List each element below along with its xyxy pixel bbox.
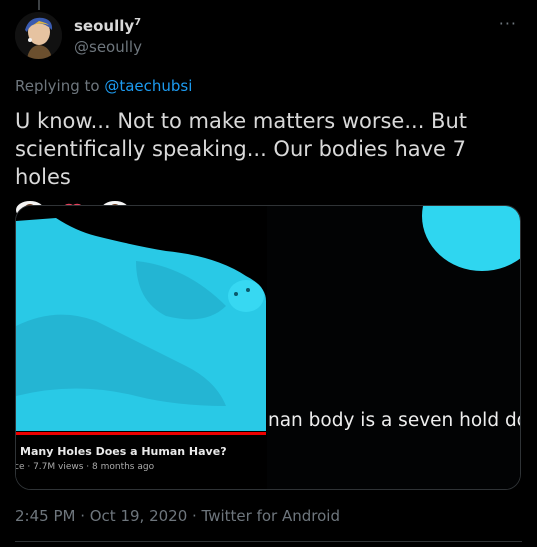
media-right-video-frame[interactable]: nan body is a seven hold do (267, 206, 520, 489)
display-name[interactable]: seoully7 (74, 17, 141, 35)
replying-to-link[interactable]: @taechubsi (104, 77, 192, 95)
user-handle[interactable]: @seoully (74, 38, 142, 56)
video-meta: ce · 7.7M views · 8 months ago (16, 462, 155, 472)
media-left-video-frame[interactable]: Many Holes Does a Human Have? ce · 7.7M … (16, 206, 266, 489)
avatar[interactable] (15, 12, 62, 59)
video-subtitle: nan body is a seven hold do (268, 410, 520, 431)
blue-shape-image (267, 206, 520, 489)
tweet-body: U know... Not to make matters worse... B… (15, 109, 468, 189)
replying-to: Replying to @taechubsi (15, 77, 192, 95)
divider (15, 541, 522, 542)
avatar-image (15, 12, 62, 59)
media-grid[interactable]: Many Holes Does a Human Have? ce · 7.7M … (15, 205, 521, 490)
video-progress-bar (16, 432, 266, 435)
video-title: Many Holes Does a Human Have? (20, 445, 227, 458)
replying-to-prefix: Replying to (15, 77, 105, 95)
more-options-icon[interactable]: ··· (499, 14, 517, 33)
display-name-text: seoully (74, 17, 135, 35)
thread-line (38, 0, 40, 10)
name-badge: 7 (134, 17, 142, 28)
tweet-timestamp[interactable]: 2:45 PM · Oct 19, 2020 · Twitter for And… (15, 507, 340, 525)
